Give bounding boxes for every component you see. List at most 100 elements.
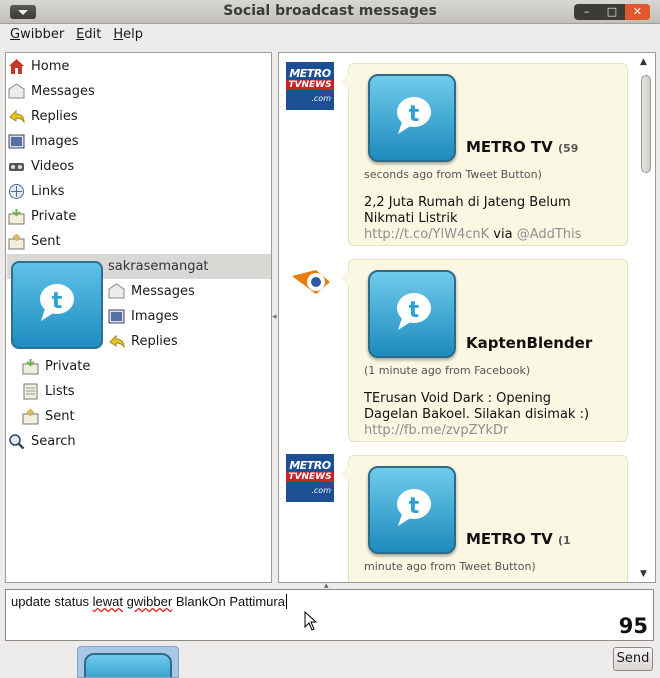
message-author[interactable]: KaptenBlender xyxy=(466,334,592,352)
menu-edit[interactable]: Edit xyxy=(70,24,107,48)
message-meta: minute ago from Tweet Button) xyxy=(364,560,536,573)
pane-splitter[interactable]: ◂ xyxy=(272,312,277,322)
message-timeline: METRO TVNEWS .com t METRO TV (59 seconds… xyxy=(278,52,656,583)
message-text: 2,2 Juta Rumah di Jateng Belum Nikmati L… xyxy=(364,195,582,242)
account-item-replies[interactable]: Replies xyxy=(108,329,178,353)
scroll-down-icon[interactable]: ▼ xyxy=(640,569,647,579)
account-item-private[interactable]: Private xyxy=(22,354,90,378)
avatar xyxy=(84,653,172,677)
private-icon xyxy=(22,358,39,374)
avatar[interactable]: t xyxy=(368,466,456,554)
send-button[interactable]: Send xyxy=(613,647,653,671)
sidebar-item-links[interactable]: Links xyxy=(8,179,64,203)
twitter-bird-icon: t xyxy=(397,97,431,134)
replies-icon xyxy=(109,334,125,349)
scroll-thumb[interactable] xyxy=(641,75,651,173)
status-input[interactable]: update status lewat gwibber BlankOn Patt… xyxy=(5,589,654,641)
sidebar-item-label: Sent xyxy=(31,233,61,249)
message-link[interactable]: http://t.co/YlW4cnK xyxy=(364,227,489,242)
sidebar-item-private[interactable]: Private xyxy=(8,204,76,228)
account-item-label: Private xyxy=(45,358,91,374)
sidebar-item-search[interactable]: Search xyxy=(8,429,76,453)
images-icon xyxy=(108,309,125,323)
menu-help[interactable]: Help xyxy=(107,24,149,48)
menu-bar: Gwibber Edit Help xyxy=(0,24,660,48)
character-count: 95 xyxy=(618,614,648,638)
sender-thumbnail xyxy=(286,258,334,306)
sidebar-item-label: Videos xyxy=(31,158,75,174)
sidebar-item-label: Images xyxy=(31,133,79,149)
avatar[interactable]: t xyxy=(368,74,456,162)
account-avatar: t xyxy=(11,261,103,349)
sidebar-item-home[interactable]: Home xyxy=(8,54,69,78)
twitter-bird-icon: t xyxy=(397,293,431,330)
message-meta: (1 minute ago from Facebook) xyxy=(364,364,531,377)
sidebar-item-messages[interactable]: Messages xyxy=(8,79,95,103)
message-mention[interactable]: @AddThis xyxy=(517,227,582,242)
twitter-bird-icon: t xyxy=(40,284,74,321)
twitter-bird-icon: t xyxy=(397,489,431,526)
sidebar-item-label: Messages xyxy=(31,83,95,99)
svg-text:t: t xyxy=(409,102,420,127)
window-title: Social broadcast messages xyxy=(223,3,437,19)
message-bubble[interactable]: t METRO TV (1 minute ago from Tweet Butt… xyxy=(340,455,628,582)
blender-logo-icon xyxy=(292,270,330,294)
mouse-pointer-icon xyxy=(304,611,318,631)
message-meta: seconds ago from Tweet Button) xyxy=(364,168,542,181)
account-selector-avatar[interactable] xyxy=(77,646,179,678)
links-icon xyxy=(9,183,24,199)
videos-icon xyxy=(9,162,24,171)
avatar[interactable]: t xyxy=(368,270,456,358)
message-bubble[interactable]: t METRO TV (59 seconds ago from Tweet Bu… xyxy=(340,63,628,246)
maximize-icon[interactable]: □ xyxy=(599,4,624,20)
account-name[interactable]: sakrasemangat xyxy=(108,254,209,278)
messages-icon xyxy=(8,82,25,98)
message-text: TErusan Void Dark : Opening Dagelan Bako… xyxy=(364,391,590,438)
sent-icon xyxy=(22,408,39,424)
home-icon xyxy=(9,58,24,74)
account-item-messages[interactable]: Messages xyxy=(108,279,195,303)
replies-icon xyxy=(9,109,25,124)
messages-icon xyxy=(108,282,125,298)
svg-text:t: t xyxy=(409,298,420,323)
message-author[interactable]: METRO TV (59 xyxy=(466,138,578,156)
message-link[interactable]: http://fb.me/zvpZYkDr xyxy=(364,423,508,438)
menu-gwibber[interactable]: Gwibber xyxy=(4,24,70,48)
minimize-icon[interactable]: – xyxy=(574,4,599,20)
sidebar-item-images[interactable]: Images xyxy=(8,129,79,153)
account-item-label: Sent xyxy=(45,408,75,424)
sidebar-item-sent[interactable]: Sent xyxy=(8,229,61,253)
svg-text:t: t xyxy=(52,289,63,314)
sidebar-item-label: Links xyxy=(31,183,65,199)
window-controls: – □ ✕ xyxy=(574,4,650,20)
message-author[interactable]: METRO TV (1 xyxy=(466,530,571,548)
search-icon xyxy=(9,433,25,449)
account-item-label: Replies xyxy=(131,333,178,349)
close-icon[interactable]: ✕ xyxy=(624,4,650,20)
sidebar: Home Messages Replies Images Videos Link… xyxy=(5,52,272,583)
account-item-label: Images xyxy=(131,308,179,324)
message-bubble[interactable]: t KaptenBlender (1 minute ago from Faceb… xyxy=(340,259,628,442)
scroll-up-icon[interactable]: ▲ xyxy=(640,57,647,67)
private-icon xyxy=(8,208,25,224)
account-item-sent[interactable]: Sent xyxy=(22,404,75,428)
sidebar-item-videos[interactable]: Videos xyxy=(8,154,74,178)
images-icon xyxy=(8,134,25,148)
account-item-images[interactable]: Images xyxy=(108,304,179,328)
sidebar-item-label: Home xyxy=(31,58,70,74)
account-item-label: Lists xyxy=(45,383,75,399)
svg-text:t: t xyxy=(409,494,420,519)
sidebar-item-label: Search xyxy=(31,433,76,449)
status-input-text: update status lewat gwibber BlankOn Patt… xyxy=(11,594,287,609)
title-bar: Social broadcast messages – □ ✕ xyxy=(0,0,660,24)
sidebar-item-replies[interactable]: Replies xyxy=(8,104,78,128)
sent-icon xyxy=(8,233,25,249)
sidebar-item-label: Replies xyxy=(31,108,78,124)
sender-thumbnail: METRO TVNEWS .com xyxy=(286,454,334,502)
sender-thumbnail: METRO TVNEWS .com xyxy=(286,62,334,110)
timeline-scrollbar[interactable]: ▲ ▼ xyxy=(638,55,653,582)
account-item-label: Messages xyxy=(131,283,195,299)
sidebar-item-label: Private xyxy=(31,208,77,224)
lists-icon xyxy=(23,383,38,399)
account-item-lists[interactable]: Lists xyxy=(22,379,75,403)
